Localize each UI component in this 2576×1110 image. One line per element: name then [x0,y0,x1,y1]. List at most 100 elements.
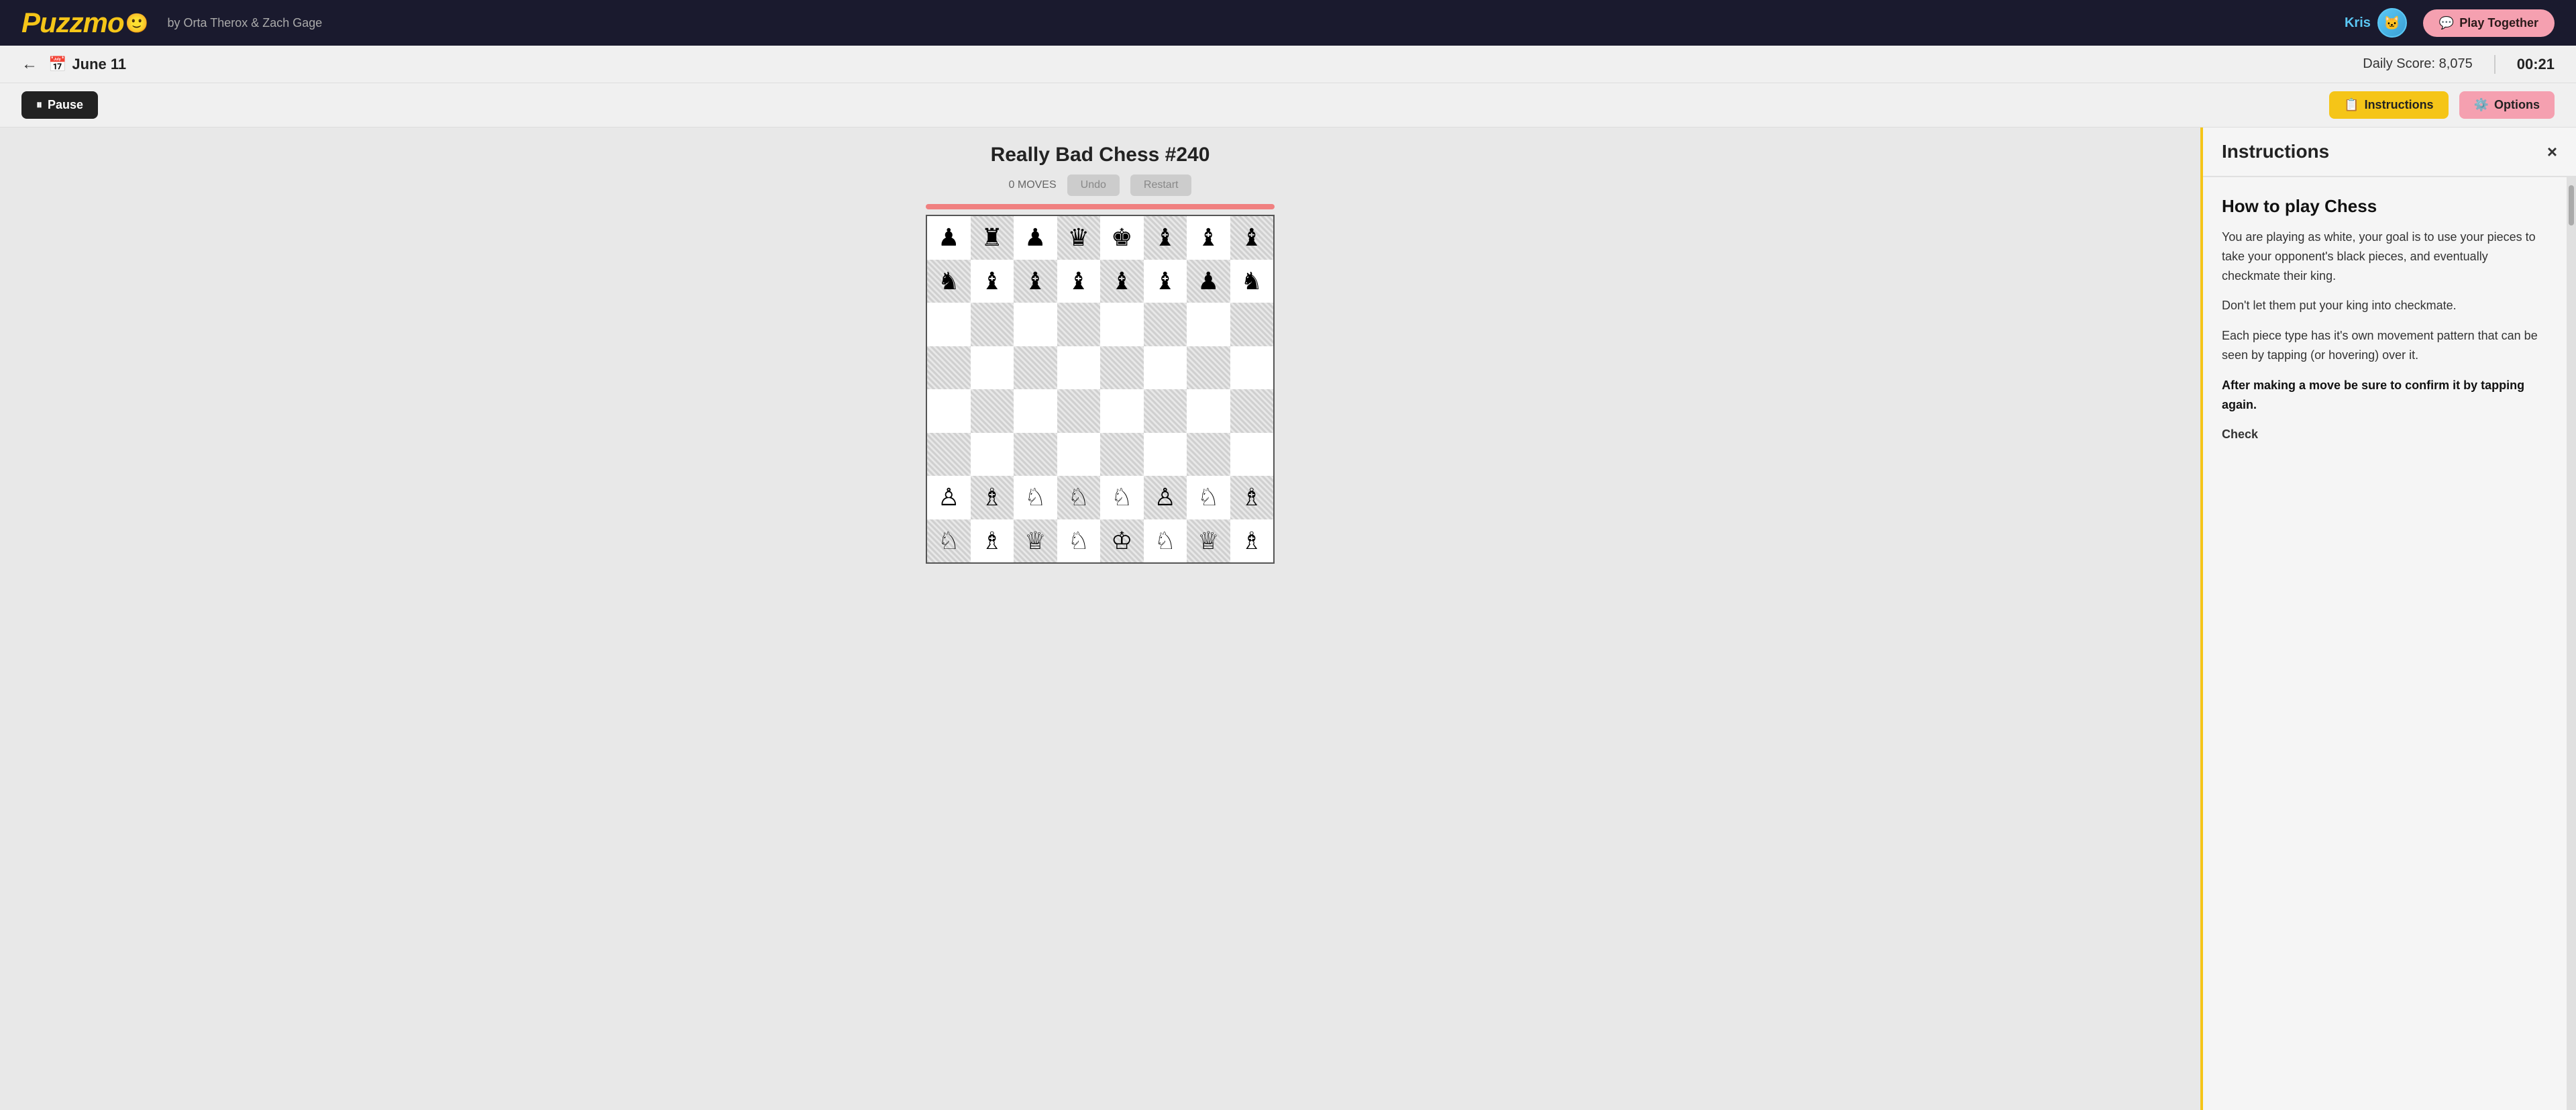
instructions-heading: How to play Chess [2222,196,2548,217]
chess-cell[interactable] [971,346,1014,390]
chess-cell[interactable] [927,346,971,390]
chess-cell[interactable]: ♘ [1187,476,1230,519]
instructions-paragraph-5: Check [2222,425,2548,444]
chess-cell[interactable] [1014,346,1057,390]
calendar-icon: 📅 [48,56,66,73]
chess-cell[interactable]: ♔ [1100,519,1144,563]
chess-cell[interactable]: ♝ [1144,216,1187,260]
sub-header-left: ← 📅 June 11 [21,55,126,74]
instructions-paragraph-1: You are playing as white, your goal is t… [2222,228,2548,285]
chess-cell[interactable]: ♕ [1014,519,1057,563]
chess-cell[interactable] [1144,433,1187,476]
chess-cell[interactable] [927,433,971,476]
chess-cell[interactable]: ♙ [1144,476,1187,519]
chess-cell[interactable] [1230,303,1274,346]
moves-count: 0 MOVES [1009,179,1057,191]
chess-cell[interactable]: ♝ [971,260,1014,303]
chess-cell[interactable] [971,433,1014,476]
chess-cell[interactable] [1230,389,1274,433]
options-icon: ⚙️ [2474,98,2489,112]
header-right: Kris 🐱 💬 Play Together [2345,8,2555,38]
chess-cell[interactable] [1187,346,1230,390]
logo[interactable]: Puzzmo 🙂 [21,7,149,39]
chess-cell[interactable] [1057,389,1101,433]
pause-button[interactable]: ⏸ Pause [21,91,98,119]
undo-button[interactable]: Undo [1067,174,1120,196]
chess-cell[interactable]: ♟ [1014,216,1057,260]
chess-cell[interactable]: ♝ [1187,216,1230,260]
instructions-header: Instructions × [2203,128,2576,177]
chess-cell[interactable]: ♘ [1100,476,1144,519]
play-together-label: Play Together [2459,16,2538,30]
chess-cell[interactable]: ♜ [971,216,1014,260]
chess-cell[interactable]: ♝ [1100,260,1144,303]
chess-cell[interactable] [1014,433,1057,476]
chess-cell[interactable] [1057,303,1101,346]
progress-bar [926,204,1275,209]
chess-cell[interactable]: ♙ [927,476,971,519]
chess-cell[interactable] [1230,433,1274,476]
chess-cell[interactable]: ♝ [1144,260,1187,303]
chess-board[interactable]: ♟♜♟♛♚♝♝♝♞♝♝♝♝♝♟♞♙♗♘♘♘♙♘♗♘♗♕♘♔♘♕♗ [927,216,1273,562]
scroll-thumb[interactable] [2569,185,2574,225]
chess-cell[interactable]: ♗ [971,519,1014,563]
options-button[interactable]: ⚙️ Options [2459,91,2555,119]
chess-cell[interactable]: ♞ [927,260,971,303]
chess-cell[interactable] [1100,346,1144,390]
chess-cell[interactable]: ♟ [1187,260,1230,303]
chess-cell[interactable] [1187,433,1230,476]
restart-button[interactable]: Restart [1130,174,1192,196]
chess-cell[interactable]: ♗ [971,476,1014,519]
chess-cell[interactable] [971,389,1014,433]
chess-cell[interactable]: ♛ [1057,216,1101,260]
daily-score-label: Daily Score: [2363,56,2435,71]
chess-cell[interactable] [1057,433,1101,476]
chess-cell[interactable]: ♘ [1057,476,1101,519]
chess-cell[interactable]: ♘ [1014,476,1057,519]
chess-cell[interactable] [927,389,971,433]
chess-cell[interactable]: ♗ [1230,519,1274,563]
chess-cell[interactable] [971,303,1014,346]
chess-cell[interactable] [1014,389,1057,433]
play-together-button[interactable]: 💬 Play Together [2423,9,2555,37]
pause-icon: ⏸ [36,98,42,112]
chess-cell[interactable]: ♚ [1100,216,1144,260]
logo-text: Puzzmo [21,7,124,39]
chess-cell[interactable]: ♝ [1230,216,1274,260]
game-controls: 0 MOVES Undo Restart [1009,174,1192,196]
chess-cell[interactable]: ♗ [1230,476,1274,519]
main-content: Really Bad Chess #240 0 MOVES Undo Resta… [0,128,2576,1110]
chess-cell[interactable] [1057,346,1101,390]
chess-cell[interactable] [1187,389,1230,433]
chess-cell[interactable] [1100,389,1144,433]
main-header: Puzzmo 🙂 by Orta Therox & Zach Gage Kris… [0,0,2576,46]
chess-cell[interactable]: ♕ [1187,519,1230,563]
instructions-bold-text: After making a move be sure to confirm i… [2222,379,2524,411]
chess-cell[interactable]: ♘ [927,519,971,563]
instructions-panel-title: Instructions [2222,141,2329,162]
scroll-indicator[interactable] [2567,177,2576,1110]
avatar[interactable]: 🐱 [2377,8,2407,38]
date-section: 📅 June 11 [48,56,126,73]
instructions-panel: Instructions × How to play Chess You are… [2200,128,2576,1110]
chess-cell[interactable] [927,303,971,346]
chess-cell[interactable] [1187,303,1230,346]
chess-cell[interactable] [1100,433,1144,476]
chess-cell[interactable]: ♞ [1230,260,1274,303]
chess-cell[interactable] [1144,389,1187,433]
chess-cell[interactable] [1144,303,1187,346]
close-instructions-button[interactable]: × [2547,142,2557,162]
chess-cell[interactable]: ♘ [1057,519,1101,563]
chess-cell[interactable]: ♘ [1144,519,1187,563]
chess-cell[interactable]: ♝ [1014,260,1057,303]
instructions-paragraph-3: Each piece type has it's own movement pa… [2222,326,2548,365]
instructions-button[interactable]: 📋 Instructions [2329,91,2448,119]
chess-cell[interactable]: ♝ [1057,260,1101,303]
chess-cell[interactable] [1014,303,1057,346]
instructions-paragraph-4: After making a move be sure to confirm i… [2222,376,2548,415]
chess-cell[interactable] [1100,303,1144,346]
chess-cell[interactable]: ♟ [927,216,971,260]
chess-cell[interactable] [1144,346,1187,390]
chess-cell[interactable] [1230,346,1274,390]
back-button[interactable]: ← [21,55,38,74]
